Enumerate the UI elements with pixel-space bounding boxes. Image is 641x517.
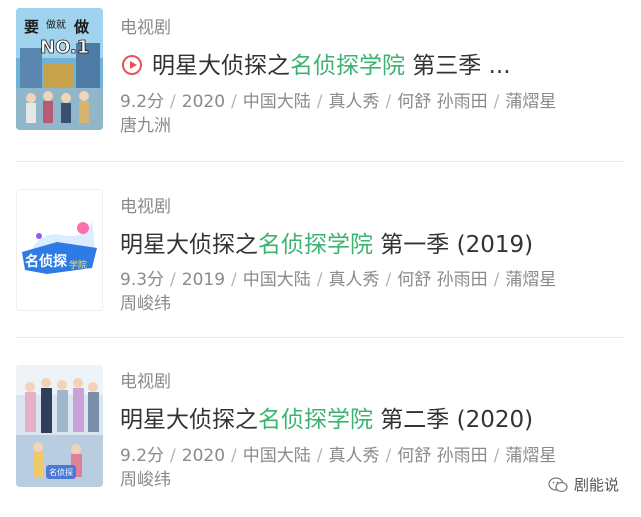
region: 中国大陆 [242, 270, 311, 290]
result-title[interactable]: 明星大侦探之名侦探学院 第一季 (2019) [120, 225, 620, 259]
genre: 真人秀 [328, 92, 380, 112]
divider [16, 337, 625, 338]
result-item[interactable]: 名侦探 电视剧 明星大侦探之名侦探学院 第二季 (2020) 9.2分/2020… [0, 347, 641, 517]
cast-tail: 蒲熠星 [505, 270, 557, 290]
category-label: 电视剧 [120, 197, 171, 217]
search-results-list: 要 做就 做 NO.1 电视剧 明星大侦探之名侦探学院 第三季 ... 9.2分… [0, 0, 641, 507]
rating: 9.3分 [120, 270, 165, 290]
divider [16, 161, 625, 162]
title-highlight: 名侦探学院 [258, 407, 373, 433]
cast: 何舒 孙雨田 [397, 270, 488, 290]
result-meta: 9.3分/2019/中国大陆 / 真人秀 / 何舒 孙雨田 / 蒲熠星 周峻纬 [120, 270, 557, 314]
result-title[interactable]: 明星大侦探之名侦探学院 第二季 (2020) [120, 400, 620, 434]
watermark-text: 剧能说 [573, 476, 619, 494]
title-suffix: 第一季 (2019) [373, 232, 534, 258]
rating: 9.2分 [120, 92, 165, 112]
watermark: 剧能说 [548, 474, 619, 495]
poster-image[interactable]: 名侦探 [16, 365, 103, 487]
region: 中国大陆 [242, 446, 311, 466]
cast: 何舒 孙雨田 [397, 92, 488, 112]
title-prefix: 明星大侦探之 [120, 232, 258, 258]
cast-line2: 周峻纬 [120, 294, 171, 314]
wechat-icon [548, 476, 568, 493]
play-icon[interactable] [122, 55, 142, 75]
year: 2020 [181, 92, 226, 112]
cast-tail: 蒲熠星 [505, 92, 557, 112]
cast: 何舒 孙雨田 [397, 446, 488, 466]
title-prefix: 明星大侦探之 [120, 407, 258, 433]
title-highlight: 名侦探学院 [258, 232, 373, 258]
title-prefix: 明星大侦探之 [152, 53, 290, 79]
poster-image[interactable]: 要 做就 做 NO.1 [16, 8, 103, 130]
year: 2020 [181, 446, 226, 466]
cast-line2: 唐九洲 [120, 116, 171, 136]
result-meta: 9.2分/2020/中国大陆 / 真人秀 / 何舒 孙雨田 / 蒲熠星 周峻纬 [120, 446, 557, 490]
title-suffix: 第三季 ... [405, 53, 511, 79]
title-highlight: 名侦探学院 [290, 53, 405, 79]
cast-line2: 周峻纬 [120, 470, 171, 490]
category-label: 电视剧 [120, 18, 171, 38]
result-title[interactable]: 明星大侦探之名侦探学院 第三季 ... [122, 46, 622, 80]
result-item[interactable]: 名侦探 学院 电视剧 明星大侦探之名侦探学院 第一季 (2019) 9.3分/2… [0, 173, 641, 343]
category-label: 电视剧 [120, 372, 171, 392]
cast-tail: 蒲熠星 [505, 446, 557, 466]
genre: 真人秀 [328, 446, 380, 466]
result-item[interactable]: 要 做就 做 NO.1 电视剧 明星大侦探之名侦探学院 第三季 ... 9.2分… [0, 0, 641, 170]
genre: 真人秀 [328, 270, 380, 290]
region: 中国大陆 [242, 92, 311, 112]
svg-text:名侦探: 名侦探 [25, 253, 67, 270]
svg-text:NO.1: NO.1 [40, 37, 89, 58]
svg-text:学院: 学院 [69, 259, 87, 271]
rating: 9.2分 [120, 446, 165, 466]
svg-text:名侦探: 名侦探 [49, 467, 73, 477]
result-meta: 9.2分/2020/中国大陆 / 真人秀 / 何舒 孙雨田 / 蒲熠星 唐九洲 [120, 92, 557, 136]
svg-text:做: 做 [73, 18, 90, 36]
svg-text:做就: 做就 [46, 18, 66, 31]
svg-text:要: 要 [24, 18, 39, 36]
poster-image[interactable]: 名侦探 学院 [16, 189, 103, 311]
year: 2019 [181, 270, 226, 290]
title-suffix: 第二季 (2020) [373, 407, 534, 433]
